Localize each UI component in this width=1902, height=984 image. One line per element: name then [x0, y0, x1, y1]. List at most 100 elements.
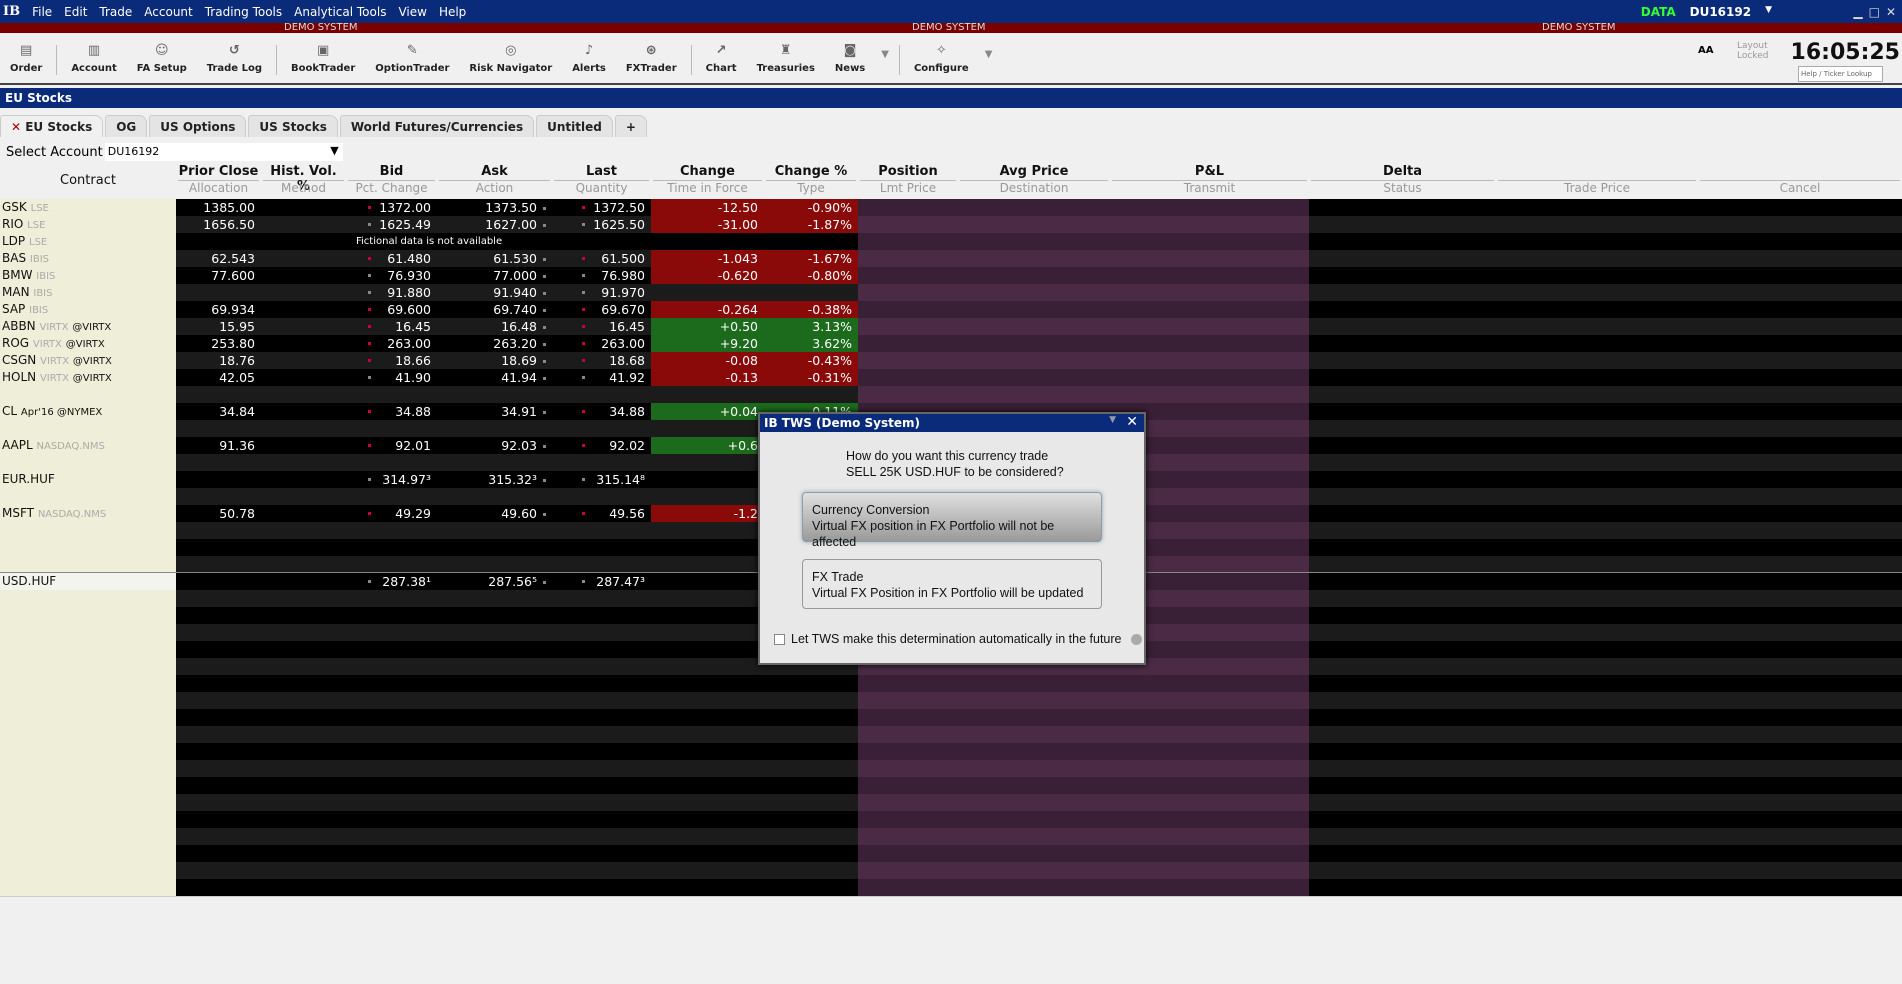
font-size-button[interactable]: AA [1698, 45, 1713, 56]
contract-cell[interactable]: EUR.HUF [0, 471, 176, 488]
contract-cell[interactable] [0, 709, 176, 726]
column-hist-vol-[interactable]: Hist. Vol. % Method [263, 164, 344, 198]
menu-view[interactable]: View [392, 5, 432, 19]
currency-conversion-button[interactable]: Currency Conversion Virtual FX position i… [802, 492, 1102, 549]
contract-cell[interactable] [0, 675, 176, 692]
tab-us-stocks[interactable]: US Stocks [248, 115, 338, 137]
contract-cell[interactable]: GSK LSE [0, 199, 176, 216]
contract-cell[interactable]: MAN IBIS [0, 284, 176, 301]
menu-account[interactable]: Account [138, 5, 198, 19]
contract-cell[interactable] [0, 862, 176, 879]
column-avg-price[interactable]: Avg Price Destination [960, 164, 1108, 198]
menu-file[interactable]: File [26, 5, 58, 19]
auto-determine-checkbox[interactable] [774, 633, 785, 645]
tab-us-options[interactable]: US Options [149, 115, 247, 137]
toolbar-optiontrader-button[interactable]: ✎ OptionTrader [365, 41, 459, 75]
contract-cell[interactable]: BMW IBIS [0, 267, 176, 284]
dialog-close-icon[interactable]: ✕ [1126, 414, 1138, 430]
table-row[interactable]: RIO LSE 1656.50 1625.49 1627.00 1625.50 -31.0… [0, 216, 1902, 233]
contract-cell[interactable] [0, 845, 176, 862]
contract-cell[interactable] [0, 828, 176, 845]
contract-cell[interactable] [0, 794, 176, 811]
column-last[interactable]: Last Quantity [554, 164, 649, 198]
column-cancel[interactable]: Cancel [1700, 164, 1900, 198]
contract-cell[interactable] [0, 879, 176, 896]
contract-cell[interactable] [0, 811, 176, 828]
table-row[interactable]: GSK LSE 1385.00 1372.00 1373.50 1372.50 -12.5… [0, 199, 1902, 216]
table-row[interactable]: BAS IBIS 62.543 61.480 61.530 61.500 -1.043 -1… [0, 250, 1902, 267]
contract-cell[interactable]: MSFT NASDAQ.NMS [0, 505, 176, 522]
contract-cell[interactable]: RIO LSE [0, 216, 176, 233]
ticker-lookup-input[interactable]: Help / Ticker Lookup [1798, 66, 1883, 82]
contract-cell[interactable] [0, 624, 176, 641]
maximize-icon[interactable]: □ [1869, 5, 1880, 19]
tab-og[interactable]: OG [105, 115, 148, 137]
table-row[interactable]: ABBN VIRTX @VIRTX 15.95 16.45 16.48 16.45 +0.… [0, 318, 1902, 335]
toolbar-order-button[interactable]: ▤ Order [0, 41, 52, 75]
toolbar-more-dropdown-icon[interactable]: ▼ [979, 41, 999, 68]
layout-locked[interactable]: Layout Locked [1737, 41, 1771, 61]
tab-world-futures-currencies[interactable]: World Futures/Currencies [339, 115, 535, 137]
toolbar-trade-log-button[interactable]: ↺ Trade Log [197, 41, 272, 75]
menu-trade[interactable]: Trade [93, 5, 138, 19]
close-icon[interactable]: ✕ [1886, 5, 1896, 19]
toolbar-fxtrader-button[interactable]: ⊛ FXTrader [616, 41, 687, 75]
contract-cell[interactable]: ROG VIRTX @VIRTX [0, 335, 176, 352]
contract-cell[interactable]: CL Apr'16 @NYMEX [0, 403, 176, 420]
contract-cell[interactable] [0, 641, 176, 658]
account-dropdown-icon[interactable]: ▼ [1765, 5, 1772, 19]
contract-cell[interactable] [0, 386, 176, 403]
menu-help[interactable]: Help [433, 5, 472, 19]
contract-cell[interactable] [0, 556, 176, 573]
toolbar-chart-button[interactable]: ↗ Chart [696, 41, 747, 75]
table-row[interactable]: MAN IBIS 91.880 91.940 91.970 [0, 284, 1902, 301]
contract-cell[interactable] [0, 539, 176, 556]
contract-cell[interactable]: SAP IBIS [0, 301, 176, 318]
contract-cell[interactable] [0, 743, 176, 760]
column-ask[interactable]: Ask Action [439, 164, 550, 198]
toolbar-booktrader-button[interactable]: ▣ BookTrader [281, 41, 365, 75]
contract-cell[interactable] [0, 420, 176, 437]
contract-cell[interactable]: AAPL NASDAQ.NMS [0, 437, 176, 454]
column-change[interactable]: Change Time in Force [653, 164, 762, 198]
toolbar-news-button[interactable]: ◙ News [825, 41, 875, 75]
help-icon[interactable] [1131, 633, 1143, 645]
contract-cell[interactable] [0, 522, 176, 539]
column-p-l[interactable]: P&L Transmit [1112, 164, 1307, 198]
account-select[interactable]: DU16192 ▼ [104, 143, 343, 161]
toolbar-more-dropdown-icon[interactable]: ▼ [875, 41, 895, 68]
column-position[interactable]: Position Lmt Price [860, 164, 956, 198]
menu-trading-tools[interactable]: Trading Tools [199, 5, 288, 19]
contract-cell[interactable]: LDP LSE [0, 233, 176, 250]
tab--[interactable]: + [614, 115, 647, 137]
contract-cell[interactable] [0, 488, 176, 505]
column-change-[interactable]: Change % Type [766, 164, 856, 198]
minimize-icon[interactable]: ▁ [1853, 5, 1862, 19]
column-bid[interactable]: Bid Pct. Change [348, 164, 435, 198]
tab-eu-stocks[interactable]: ✕ EU Stocks [0, 115, 104, 137]
table-row[interactable]: BMW IBIS 77.600 76.930 77.000 76.980 -0.620 -0… [0, 267, 1902, 284]
contract-cell[interactable] [0, 454, 176, 471]
contract-cell[interactable]: CSGN VIRTX @VIRTX [0, 352, 176, 369]
column-trade-price[interactable]: Trade Price [1498, 164, 1696, 198]
table-row[interactable]: LDP LSE Fictional data is not available [0, 233, 1902, 250]
toolbar-fa-setup-button[interactable]: ☺ FA Setup [127, 41, 197, 75]
column-prior-close[interactable]: Prior Close Allocation [178, 164, 259, 198]
dialog-menu-icon[interactable]: ▼ [1109, 415, 1116, 425]
table-row[interactable]: HOLN VIRTX @VIRTX 42.05 41.90 41.94 41.92 -0.… [0, 369, 1902, 386]
tab-untitled[interactable]: Untitled [536, 115, 613, 137]
toolbar-account-button[interactable]: ▥ Account [61, 41, 126, 75]
contract-cell[interactable] [0, 777, 176, 794]
contract-cell[interactable]: BAS IBIS [0, 250, 176, 267]
menu-edit[interactable]: Edit [58, 5, 93, 19]
toolbar-treasuries-button[interactable]: ♜ Treasuries [747, 41, 825, 75]
contract-cell[interactable]: ABBN VIRTX @VIRTX [0, 318, 176, 335]
column-delta[interactable]: Delta Status [1311, 164, 1494, 198]
table-row[interactable]: ROG VIRTX @VIRTX 253.80 263.00 263.20 263.00… [0, 335, 1902, 352]
contract-cell[interactable]: USD.HUF [0, 573, 176, 590]
contract-cell[interactable] [0, 658, 176, 675]
fx-trade-button[interactable]: FX Trade Virtual FX Position in FX Portfo… [802, 559, 1102, 609]
table-row[interactable]: CSGN VIRTX @VIRTX 18.76 18.66 18.69 18.68 -0.… [0, 352, 1902, 369]
contract-cell[interactable]: HOLN VIRTX @VIRTX [0, 369, 176, 386]
toolbar-configure-button[interactable]: ✧ Configure [904, 41, 979, 75]
